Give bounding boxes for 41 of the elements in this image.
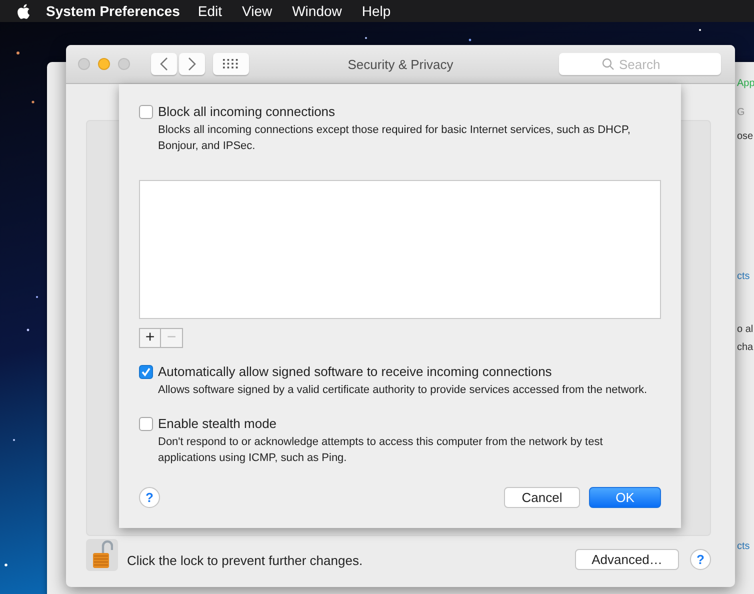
window-text: cts xyxy=(737,541,750,552)
lock-message: Click the lock to prevent further changes. xyxy=(127,552,363,568)
window-text: G xyxy=(737,107,745,118)
window-text: App xyxy=(737,78,754,89)
option-description: Allows software signed by a valid certificate authority to provide services accessed from the network. xyxy=(158,383,648,398)
search-field[interactable]: Search xyxy=(559,53,721,75)
window-control[interactable] xyxy=(98,58,110,70)
window-control[interactable] xyxy=(78,58,90,70)
checkbox-label[interactable]: Enable stealth mode xyxy=(158,416,277,431)
menu-item[interactable]: Help xyxy=(362,3,391,19)
option-description: Blocks all incoming connections except those required for basic Internet services, such as DHCP, Bonjour, and IPSec. xyxy=(158,123,632,154)
chevron-right-icon xyxy=(188,57,196,71)
checkbox[interactable] xyxy=(139,104,153,118)
menu-item[interactable]: Edit xyxy=(198,3,222,19)
checkbox[interactable] xyxy=(139,416,153,430)
lock-button[interactable] xyxy=(86,539,118,571)
window-text: o al xyxy=(737,324,754,335)
show-all-button[interactable] xyxy=(213,53,249,75)
forward-button[interactable] xyxy=(179,53,205,75)
help-button[interactable]: ? xyxy=(690,548,711,570)
window-title: Security & Privacy xyxy=(348,56,454,72)
option-description: Don't respond to or acknowledge attempts to access this computer from the network by test applications using ICMP, such as Ping. xyxy=(158,435,604,466)
cancel-button[interactable]: Cancel xyxy=(504,487,580,508)
window-control[interactable] xyxy=(118,58,130,70)
grid-icon xyxy=(223,59,239,69)
checkbox-label[interactable]: Automatically allow signed software to receive incoming connections xyxy=(158,364,552,379)
back-button[interactable] xyxy=(151,53,177,75)
checkbox-label[interactable]: Block all incoming connections xyxy=(158,104,336,119)
search-icon xyxy=(602,58,614,70)
advanced-button[interactable]: Advanced… xyxy=(575,548,679,570)
help-button[interactable]: ? xyxy=(139,487,160,508)
chevron-left-icon xyxy=(160,57,168,71)
checkbox[interactable] xyxy=(139,364,153,378)
app-menu[interactable]: System Preferences xyxy=(46,3,180,19)
window-text: cha xyxy=(737,342,754,353)
add-button[interactable]: + xyxy=(139,328,161,348)
menu-item[interactable]: View xyxy=(242,3,272,19)
window-text: cts xyxy=(737,271,750,282)
menu-item[interactable]: Window xyxy=(292,3,342,19)
apple-icon[interactable] xyxy=(17,4,30,18)
window-text: ose xyxy=(737,131,754,142)
